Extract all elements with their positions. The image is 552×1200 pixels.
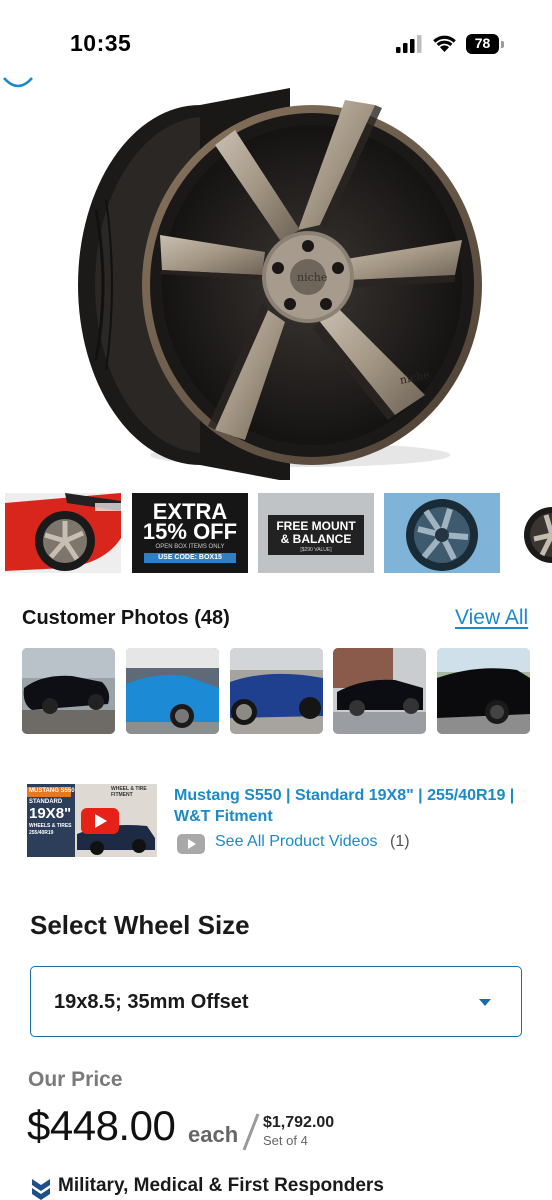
wheel-image: niche niche <box>78 88 482 480</box>
svg-text:niche: niche <box>297 271 327 284</box>
chevron-rank-icon <box>32 1179 50 1200</box>
price-label: Our Price <box>28 1068 123 1091</box>
thumbnail-red-mustang[interactable] <box>5 493 121 573</box>
thumbnail-blue-wheel[interactable] <box>384 493 500 573</box>
price-unit: each <box>188 1122 239 1147</box>
battery-indicator: 78 <box>466 34 504 54</box>
military-discount-link[interactable]: Military, Medical & First Responders <box>58 1175 384 1197</box>
see-all-videos-link[interactable]: See All Product Videos <box>215 833 377 851</box>
thumbnail-wheel-partial[interactable] <box>512 493 552 573</box>
customer-photo-1[interactable] <box>22 648 115 734</box>
youtube-icon <box>177 834 205 854</box>
thumbnail-free-mount-promo[interactable]: FREE MOUNT & BALANCE [$290 VALUE] <box>258 493 374 573</box>
customer-photo-2[interactable] <box>126 648 219 734</box>
set-label: Set of 4 <box>263 1133 308 1148</box>
thumbnail-extra-off-promo[interactable]: EXTRA 15% OFF OPEN BOX ITEMS ONLY USE CO… <box>132 493 248 573</box>
image-zoom-icon[interactable] <box>0 60 36 88</box>
wheel-size-select[interactable]: 19x8.5; 35mm Offset <box>30 966 522 1037</box>
wheel-size-heading: Select Wheel Size <box>30 910 250 940</box>
thumbnail-strip[interactable]: EXTRA 15% OFF OPEN BOX ITEMS ONLY USE CO… <box>0 493 552 573</box>
customer-photo-3[interactable] <box>230 648 323 734</box>
price-amount: $448.00 <box>27 1102 176 1149</box>
chevron-down-icon <box>479 999 491 1006</box>
video-count: (1) <box>390 833 410 850</box>
cellular-signal-icon <box>396 35 422 53</box>
product-main-image[interactable]: niche niche <box>0 60 552 480</box>
customer-photo-5[interactable] <box>437 648 530 734</box>
video-thumbnail[interactable]: MUSTANG S550 WHEEL & TIRE FITMENT STANDA… <box>27 784 157 857</box>
status-time: 10:35 <box>70 30 132 56</box>
price-divider <box>242 1113 260 1151</box>
battery-level: 78 <box>474 35 491 51</box>
wheel-size-value: 19x8.5; 35mm Offset <box>54 991 249 1013</box>
video-title-link[interactable]: Mustang S550 | Standard 19X8" | 255/40R1… <box>174 785 534 827</box>
view-all-photos-link[interactable]: View All <box>455 606 528 630</box>
wifi-icon <box>433 35 456 52</box>
customer-photo-4[interactable] <box>333 648 426 734</box>
customer-photos-title: Customer Photos (48) <box>22 607 230 629</box>
set-total-price: $1,792.00 <box>263 1114 335 1131</box>
